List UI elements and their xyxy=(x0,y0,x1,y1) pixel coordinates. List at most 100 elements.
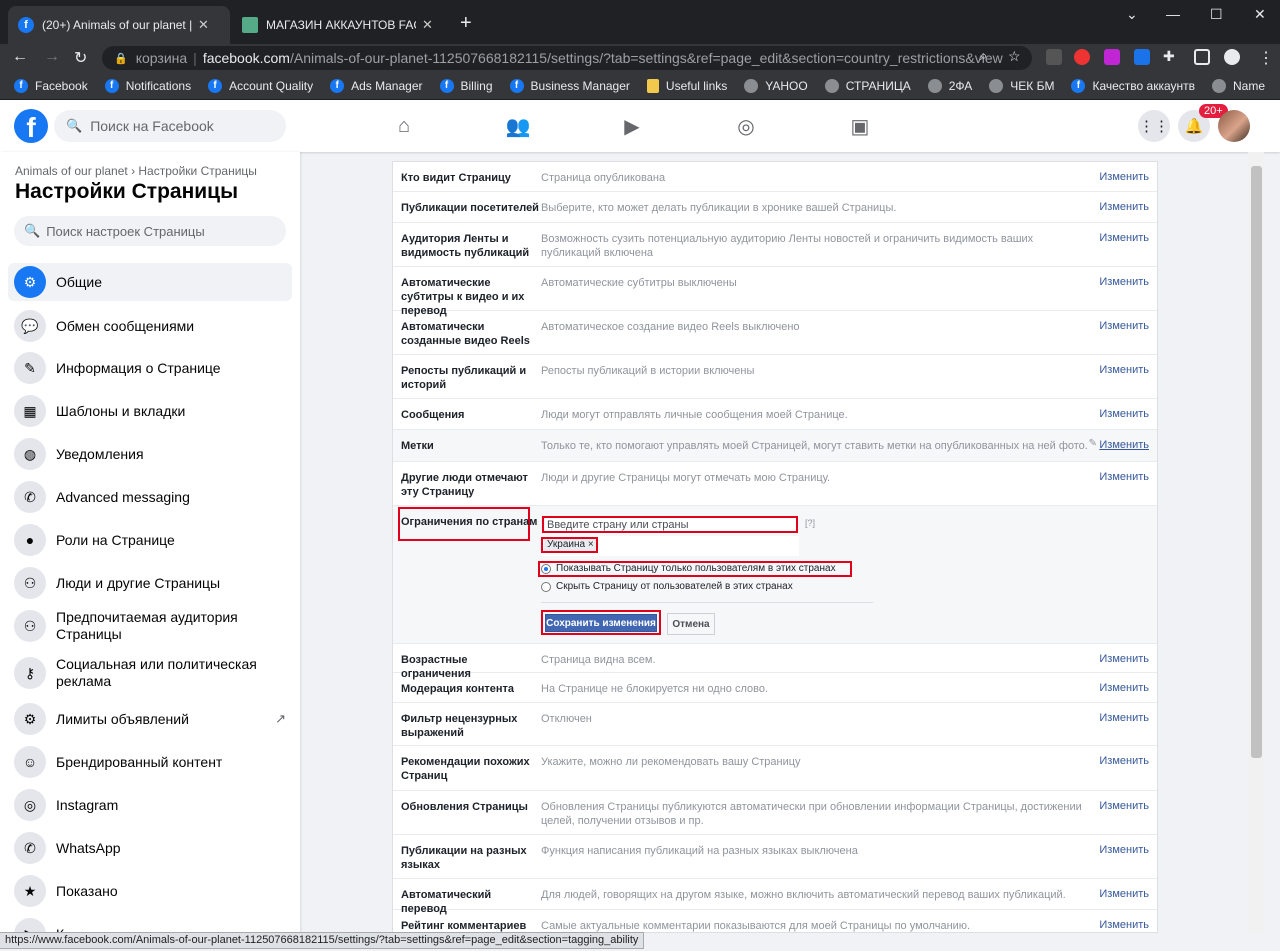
setting-label: Метки xyxy=(401,440,434,452)
close-tab-icon[interactable]: ✕ xyxy=(422,17,433,33)
facebook-icon: f xyxy=(18,17,34,33)
edit-link[interactable]: Изменить xyxy=(1099,232,1149,244)
edit-link[interactable]: Изменить xyxy=(1099,320,1149,332)
scrollbar-thumb[interactable] xyxy=(1251,166,1262,758)
sidebar-item[interactable]: ● Роли на Странице xyxy=(8,520,292,560)
settings-search-input[interactable]: 🔍 Поиск настроек Страницы xyxy=(14,216,286,246)
extension-d-icon[interactable] xyxy=(1104,49,1120,65)
key-icon: ⚷ xyxy=(14,657,46,689)
chat-icon: 💬 xyxy=(14,310,46,342)
bookmark-star-icon[interactable]: ☆ xyxy=(1008,48,1021,65)
edit-link[interactable]: Изменить xyxy=(1099,408,1149,420)
forward-icon[interactable]: → xyxy=(44,48,60,66)
edit-link[interactable]: Изменить xyxy=(1099,171,1149,183)
bookmark-item[interactable]: 2ФА xyxy=(927,78,973,93)
sidebar-item[interactable]: ✎ Информация о Странице xyxy=(8,348,292,388)
new-tab-button[interactable]: + xyxy=(460,12,472,35)
groups-icon[interactable]: ◎ xyxy=(734,114,758,138)
bookmark-item[interactable]: f Качество аккаунтв xyxy=(1071,78,1195,93)
edit-link[interactable]: Изменить xyxy=(1099,471,1149,483)
edit-link[interactable]: Изменить xyxy=(1099,712,1149,724)
setting-value: Автоматические субтитры выключены xyxy=(541,277,737,289)
zoom-icon[interactable]: ⌕ xyxy=(980,48,987,64)
cancel-button[interactable]: Отмена xyxy=(667,613,715,635)
sidebar-item[interactable]: ⚇ Люди и другие Страницы xyxy=(8,563,292,603)
help-link[interactable]: [?] xyxy=(805,518,815,528)
edit-link[interactable]: Изменить xyxy=(1099,919,1149,931)
sidebar-item[interactable]: ⚷ Социальная или политическая реклама xyxy=(8,648,292,698)
sidebar-item[interactable]: 💬 Обмен сообщениями xyxy=(8,306,292,346)
browser-tab-shop[interactable]: МАГАЗИН АККАУНТОВ FACEBOOK ✕ xyxy=(232,6,454,44)
bookmark-label: Billing xyxy=(460,78,493,93)
bookmark-item[interactable]: f Notifications xyxy=(104,78,191,93)
back-icon[interactable]: ← xyxy=(12,48,28,66)
facebook-logo[interactable]: f xyxy=(14,109,48,143)
watch-icon[interactable]: ▶ xyxy=(620,114,644,138)
edit-link[interactable]: Изменить xyxy=(1099,888,1149,900)
sidebar-item[interactable]: ⚙ Лимиты объявлений ↗ xyxy=(8,699,292,739)
sidebar-item[interactable]: ◍ Уведомления xyxy=(8,434,292,474)
bookmark-label: 2ФА xyxy=(948,78,973,93)
avatar[interactable] xyxy=(1218,110,1250,142)
bookmark-item[interactable]: Useful links xyxy=(646,78,727,93)
sidebar-item[interactable]: ⚙ Общие xyxy=(8,263,292,301)
edit-link[interactable]: Изменить xyxy=(1099,276,1149,288)
facebook-search-input[interactable]: 🔍 Поиск на Facebook xyxy=(54,110,286,142)
edit-link[interactable]: Изменить xyxy=(1099,364,1149,376)
bookmarks-bar: f Facebook f Notifications f Account Quality f… xyxy=(0,72,1280,100)
radio-button[interactable] xyxy=(541,581,551,592)
edit-link[interactable]: Изменить xyxy=(1099,439,1149,451)
bookmark-item[interactable]: f Facebook xyxy=(14,78,88,93)
bookmark-item[interactable]: f Business Manager xyxy=(509,78,630,93)
edit-link[interactable]: Изменить xyxy=(1099,682,1149,694)
bookmark-label: Account Quality xyxy=(229,78,314,93)
minimize-button[interactable]: — xyxy=(1166,6,1180,22)
extension-red-icon[interactable] xyxy=(1074,49,1090,65)
sidebar-item[interactable]: ⚇ Предпочитаемая аудитория Страницы xyxy=(8,601,292,651)
sidebar-item-label: Брендированный контент xyxy=(56,753,223,770)
edit-link[interactable]: Изменить xyxy=(1099,800,1149,812)
maximize-button[interactable]: ☐ xyxy=(1210,6,1223,23)
home-icon[interactable]: ⌂ xyxy=(392,114,416,138)
globe-icon xyxy=(927,78,942,93)
bookmark-item[interactable]: f Account Quality xyxy=(208,78,314,93)
sidebar-item[interactable]: ✆ WhatsApp xyxy=(8,828,292,868)
tab-title: МАГАЗИН АККАУНТОВ FACEBOOK xyxy=(266,18,416,32)
extension-blue-icon[interactable] xyxy=(1134,49,1150,65)
sidebar-item[interactable]: ▦ Шаблоны и вкладки xyxy=(8,391,292,431)
sidebar-item[interactable]: ◎ Instagram xyxy=(8,785,292,825)
setting-value: Отключен xyxy=(541,713,592,725)
bookmark-item[interactable]: YAHOO xyxy=(744,78,808,93)
setting-value: Укажите, можно ли рекомендовать вашу Стр… xyxy=(541,756,801,768)
menu-grid-icon[interactable]: ⋮⋮ xyxy=(1138,110,1170,142)
edit-link[interactable]: Изменить xyxy=(1099,653,1149,665)
address-bar[interactable]: 🔒 корзина | facebook.com /Animals-of-our… xyxy=(102,46,1032,70)
sidebar-item[interactable]: ✆ Advanced messaging xyxy=(8,477,292,517)
bookmark-item[interactable]: f Ads Manager xyxy=(330,78,423,93)
browser-tab-animals[interactable]: f (20+) Animals of our planet | Face ✕ xyxy=(8,6,230,44)
bookmark-item[interactable]: f Billing xyxy=(439,78,493,93)
close-tab-icon[interactable]: ✕ xyxy=(198,17,209,33)
tab-search-icon[interactable]: ⌄ xyxy=(1126,6,1138,23)
bookmark-item[interactable]: Name xyxy=(1212,78,1265,93)
reload-icon[interactable]: ↻ xyxy=(74,48,87,68)
friends-icon[interactable]: 👥 xyxy=(506,114,531,138)
menu-icon[interactable]: ⋮ xyxy=(1258,48,1274,68)
edit-link[interactable]: Изменить xyxy=(1099,844,1149,856)
sidebar-item[interactable]: ▶К xyxy=(8,914,292,933)
bookmark-item[interactable]: ЧЕК БМ xyxy=(989,78,1054,93)
bookmark-item[interactable]: СТРАНИЦА xyxy=(824,78,911,93)
external-link-icon[interactable]: ↗ xyxy=(275,711,286,727)
sidebar-item[interactable]: ★ Показано xyxy=(8,871,292,911)
sidepanel-icon[interactable] xyxy=(1194,49,1210,65)
edit-link[interactable]: Изменить xyxy=(1099,201,1149,213)
close-window-button[interactable]: ✕ xyxy=(1254,6,1266,23)
sidebar-item[interactable]: ☺ Брендированный контент xyxy=(8,742,292,782)
radio-hide[interactable]: Скрыть Страницу от пользователей в этих … xyxy=(541,581,793,592)
profile-icon[interactable] xyxy=(1224,49,1240,65)
puzzle-icon[interactable]: ✚ xyxy=(1163,48,1175,65)
gaming-icon[interactable]: ▣ xyxy=(848,114,872,138)
edit-link[interactable]: Изменить xyxy=(1099,755,1149,767)
breadcrumb[interactable]: Animals of our planet › Настройки Страни… xyxy=(15,164,257,178)
extension-code-icon[interactable] xyxy=(1046,49,1062,65)
